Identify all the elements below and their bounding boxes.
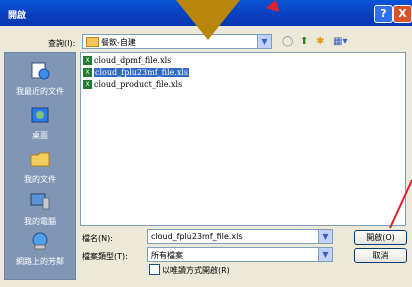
chevron-down-icon[interactable]: ▼ bbox=[318, 230, 332, 243]
filetype-select[interactable]: 所有檔案 ▼ bbox=[147, 247, 333, 262]
views-menu-icon[interactable]: ▦▾ bbox=[333, 36, 347, 47]
help-button[interactable]: ? bbox=[374, 5, 393, 23]
excel-file-icon: X bbox=[83, 56, 92, 65]
file-list[interactable]: Xcloud_dpmf_file.xls Xcloud_fplu23mf_fil… bbox=[80, 52, 406, 226]
places-bar: 我最近的文件 桌面 我的文件 我的電腦 網路上的芳鄰 bbox=[4, 52, 76, 280]
lookin-label: 查詢(I): bbox=[48, 39, 76, 48]
window-title: 開啟 bbox=[8, 11, 27, 21]
chevron-down-icon[interactable]: ▼ bbox=[318, 248, 332, 261]
place-my-documents[interactable]: 我的文件 bbox=[5, 149, 75, 185]
place-recent-documents[interactable]: 我最近的文件 bbox=[5, 61, 75, 97]
my-computer-icon bbox=[30, 193, 50, 210]
overlay-triangle-icon bbox=[176, 0, 240, 40]
place-label: 我最近的文件 bbox=[16, 87, 64, 96]
file-item[interactable]: Xcloud_product_file.xls bbox=[83, 80, 182, 91]
network-places-icon bbox=[32, 232, 48, 250]
place-label: 我的文件 bbox=[24, 175, 56, 184]
open-file-dialog: 開啟 ? X 查詢(I): 餐飲-自建 ▼ ◯ ⬆ ✱ ▦▾ 我最近的文件 桌面 bbox=[0, 0, 412, 287]
place-network[interactable]: 網路上的芳鄰 bbox=[5, 231, 75, 267]
new-folder-icon[interactable]: ✱ bbox=[316, 36, 324, 47]
place-label: 桌面 bbox=[32, 131, 48, 140]
place-my-computer[interactable]: 我的電腦 bbox=[5, 191, 75, 227]
place-label: 網路上的芳鄰 bbox=[16, 257, 64, 266]
folder-icon bbox=[86, 37, 99, 47]
back-icon[interactable]: ◯ bbox=[282, 36, 293, 47]
filename-input[interactable]: cloud_fplu23mf_file.xls ▼ bbox=[147, 229, 333, 244]
file-item[interactable]: Xcloud_dpmf_file.xls bbox=[83, 56, 171, 67]
readonly-label: 以唯讀方式開啟(R) bbox=[162, 266, 230, 275]
my-documents-icon bbox=[30, 152, 50, 167]
open-button[interactable]: 開啟(O) bbox=[354, 230, 407, 245]
recent-documents-icon bbox=[31, 62, 50, 80]
place-desktop[interactable]: 桌面 bbox=[5, 105, 75, 141]
cancel-button[interactable]: 取消 bbox=[354, 248, 407, 263]
lookin-value: 餐飲-自建 bbox=[101, 38, 136, 47]
excel-file-icon: X bbox=[83, 80, 92, 89]
filetype-label: 檔案類型(T): bbox=[82, 252, 128, 261]
chevron-down-icon[interactable]: ▼ bbox=[257, 35, 271, 48]
excel-file-icon: X bbox=[83, 68, 92, 77]
filename-label: 檔名(N): bbox=[82, 234, 113, 243]
readonly-checkbox[interactable] bbox=[149, 264, 160, 275]
place-label: 我的電腦 bbox=[24, 217, 56, 226]
close-button[interactable]: X bbox=[393, 5, 412, 23]
desktop-icon bbox=[31, 107, 49, 123]
filename-value: cloud_fplu23mf_file.xls bbox=[151, 232, 243, 241]
filetype-value: 所有檔案 bbox=[151, 251, 183, 260]
up-folder-icon[interactable]: ⬆ bbox=[300, 36, 308, 47]
file-item-selected[interactable]: Xcloud_fplu23mf_file.xls bbox=[83, 68, 189, 79]
